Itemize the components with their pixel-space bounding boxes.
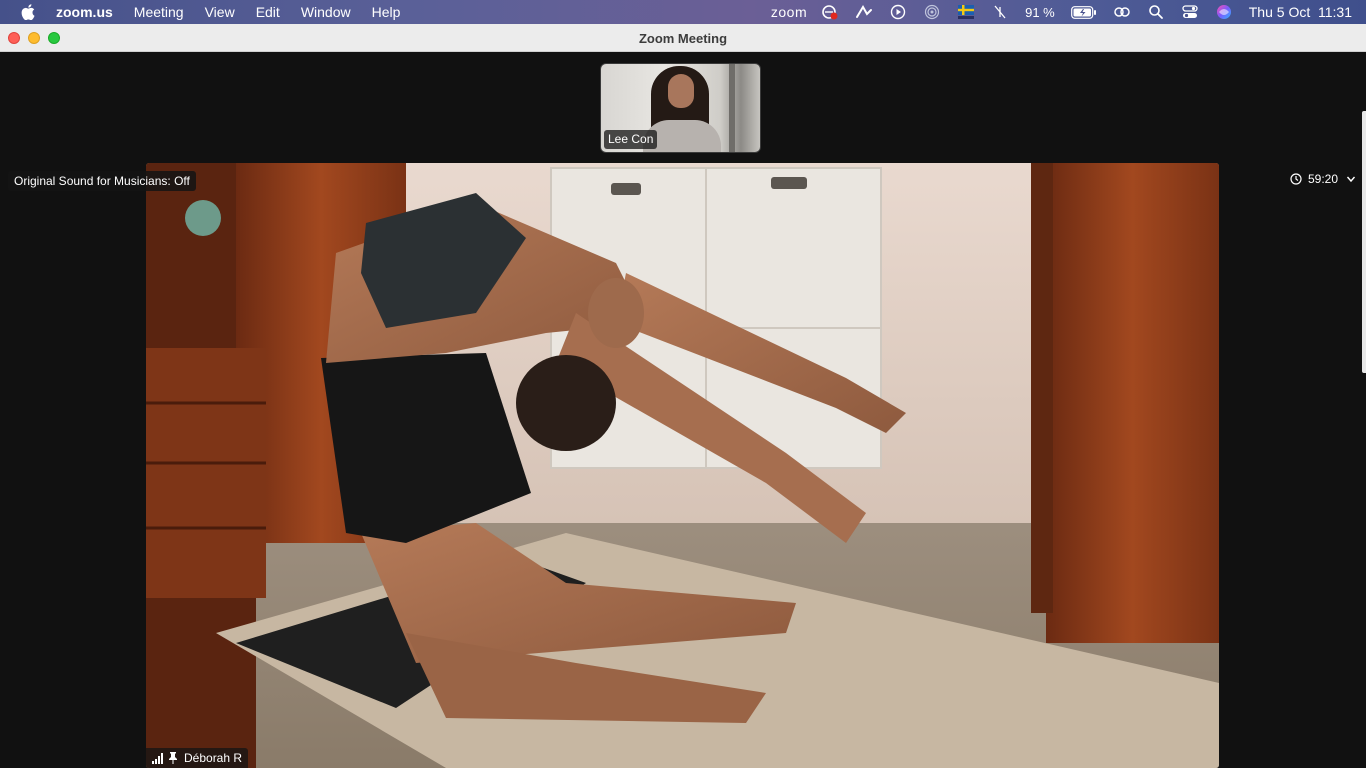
menu-help[interactable]: Help <box>372 0 401 24</box>
battery-percent: 91 % <box>1025 4 1055 20</box>
control-center-icon[interactable] <box>1181 3 1199 21</box>
main-participant-name: Déborah R <box>184 751 243 765</box>
search-icon[interactable] <box>1147 3 1165 21</box>
meeting-timer[interactable]: 59:20 <box>1290 172 1356 186</box>
original-sound-label[interactable]: Original Sound for Musicians: Off <box>8 171 196 191</box>
signal-strength-icon <box>152 752 163 764</box>
menu-bar: zoom.us Meeting View Edit Window Help zo… <box>0 0 1366 24</box>
menu-view[interactable]: View <box>205 0 235 24</box>
participant-thumbnail[interactable]: Lee Con <box>600 63 761 153</box>
pin-icon <box>169 752 177 764</box>
siri-icon[interactable] <box>1215 3 1233 21</box>
window-titlebar[interactable]: Zoom Meeting <box>0 24 1366 52</box>
thumbnail-background <box>729 64 735 152</box>
play-icon[interactable] <box>889 3 907 21</box>
thumbnail-name-tag: Lee Con <box>604 130 658 149</box>
menu-clock[interactable]: Thu 5 Oct 11:31 <box>1249 4 1352 20</box>
flag-sweden-icon[interactable] <box>957 3 975 21</box>
stylus-icon[interactable] <box>855 3 873 21</box>
side-panel-handle[interactable] <box>1362 111 1366 373</box>
battery-icon[interactable] <box>1070 3 1097 21</box>
zoom-recording-icon[interactable] <box>821 3 839 21</box>
clock-icon <box>1290 173 1302 185</box>
thumbnail-person-face <box>668 74 694 108</box>
menu-window[interactable]: Window <box>301 0 351 24</box>
link-icon[interactable] <box>1113 3 1131 21</box>
apple-icon[interactable] <box>20 4 36 20</box>
menu-time: 11:31 <box>1318 4 1352 20</box>
menu-app-name[interactable]: zoom.us <box>56 0 113 24</box>
main-video[interactable]: Déborah R <box>146 163 1219 768</box>
main-participant-name-tag: Déborah R <box>146 748 249 768</box>
zoom-status-label[interactable]: zoom <box>771 4 807 20</box>
focus-off-icon[interactable] <box>991 3 1009 21</box>
menu-date: Thu 5 Oct <box>1248 4 1311 20</box>
airdrop-icon[interactable] <box>923 3 941 21</box>
menu-meeting[interactable]: Meeting <box>134 0 184 24</box>
menu-edit[interactable]: Edit <box>256 0 280 24</box>
meeting-area: Lee Con Déborah R Original Sound for Mus… <box>0 53 1366 768</box>
chevron-down-icon[interactable] <box>1346 174 1356 184</box>
window-title: Zoom Meeting <box>638 31 728 46</box>
main-video-scene <box>146 163 1219 768</box>
meeting-timer-value: 59:20 <box>1307 172 1338 186</box>
